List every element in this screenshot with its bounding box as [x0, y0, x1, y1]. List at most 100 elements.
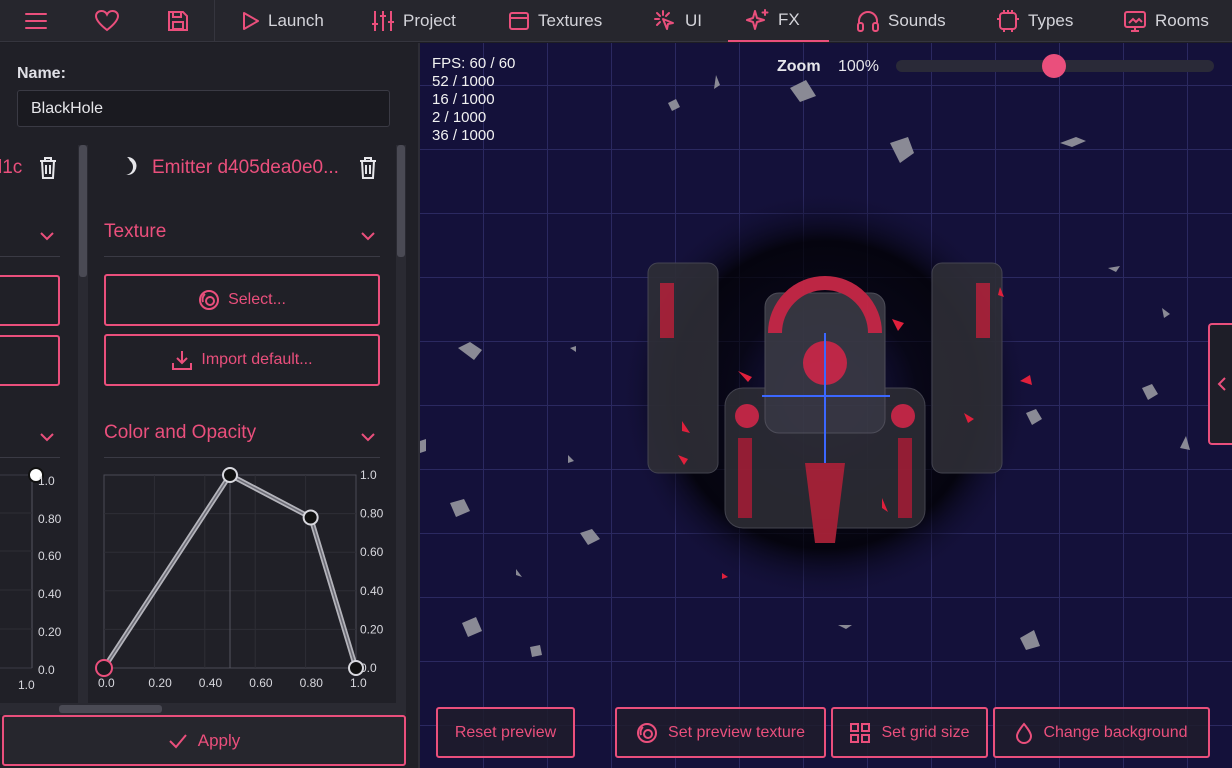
chevron-down-icon[interactable]: [39, 230, 55, 242]
cursor-click-icon: [654, 10, 674, 30]
toolbar-separator: [214, 0, 215, 42]
name-label: Name:: [17, 65, 66, 82]
particle-preview: [420, 75, 1190, 657]
divider: [104, 256, 380, 257]
reset-preview-button[interactable]: Reset preview: [436, 707, 575, 758]
headphones-icon: [857, 11, 879, 32]
button-label: Reset preview: [454, 723, 557, 741]
fx-preview-viewport[interactable]: FPS: 60 / 60 52 / 1000 16 / 1000 2 / 100…: [420, 43, 1232, 768]
tab-label: Sounds: [888, 11, 946, 30]
select-texture-button[interactable]: Select...: [104, 274, 380, 326]
tab-fx[interactable]: FX: [728, 0, 829, 42]
y-tick: 0.60: [360, 545, 384, 559]
texture-section-title[interactable]: Texture: [104, 221, 166, 243]
name-input[interactable]: BlackHole: [17, 90, 390, 127]
change-background-button[interactable]: Change background: [993, 707, 1210, 758]
tab-label: Launch: [268, 11, 324, 30]
fps-counter: FPS: 60 / 60: [432, 55, 516, 72]
divider: [0, 256, 60, 257]
tab-project[interactable]: Project: [363, 0, 464, 42]
zoom-label: Zoom: [777, 58, 821, 75]
texture-select-icon: [637, 722, 658, 743]
tab-label: UI: [685, 11, 702, 30]
curve-point[interactable]: [348, 660, 364, 676]
scrollbar-thumb[interactable]: [79, 145, 87, 277]
color-opacity-section-title[interactable]: Color and Opacity: [104, 422, 256, 444]
button-label: Select...: [228, 291, 286, 308]
scrollbar-thumb[interactable]: [397, 145, 405, 257]
x-tick: 0.0: [98, 676, 115, 690]
y-tick: 1.0: [360, 468, 377, 482]
save-icon[interactable]: [157, 0, 199, 42]
y-tick: 1.0: [38, 474, 55, 488]
tab-ui[interactable]: UI: [645, 0, 710, 42]
import-default-button[interactable]: Import default...: [104, 334, 380, 386]
curve-segment-core: [103, 474, 231, 669]
tab-launch[interactable]: Launch: [234, 0, 332, 42]
tab-sounds[interactable]: Sounds: [848, 0, 954, 42]
tab-textures[interactable]: Textures: [500, 0, 610, 42]
tab-label: Rooms: [1155, 11, 1209, 30]
horizontal-scrollbar[interactable]: [0, 703, 406, 715]
button-label: Apply: [197, 730, 241, 750]
x-tick: 0.80: [300, 676, 324, 690]
y-tick: 0.20: [360, 622, 384, 636]
column-2-scrollbar[interactable]: [396, 145, 406, 703]
curve-point[interactable]: [95, 659, 113, 677]
tab-label: FX: [778, 10, 800, 29]
button-label: Change background: [1043, 723, 1188, 741]
curve-point[interactable]: [222, 467, 238, 483]
y-tick: 0.20: [38, 625, 62, 639]
rooms-icon: [1124, 11, 1146, 32]
moon-icon: [117, 156, 137, 175]
x-tick: 1.0: [350, 676, 367, 690]
trash-icon[interactable]: [358, 156, 378, 180]
set-grid-size-button[interactable]: Set grid size: [831, 707, 988, 758]
top-navigation-bar: Launch Project Textures UI FX Sounds Typ…: [0, 0, 1232, 42]
color-opacity-graph[interactable]: 1.00.800.600.400.200.00.0 0.20 0.40 0.60 0.8…: [90, 463, 395, 705]
menu-icon[interactable]: [15, 0, 57, 42]
emitter-column-1: l1c 1.0 0.80 0.60 0.40 0.20 0.0 1.0: [0, 145, 76, 705]
fps-stats: FPS: 60 / 60 52 / 1000 16 / 1000 2 / 100…: [432, 55, 515, 145]
tab-label: Textures: [538, 11, 603, 30]
download-icon: [172, 351, 193, 370]
y-tick: 0.0: [38, 663, 55, 677]
tab-label: Project: [403, 11, 456, 30]
emitter-title: Emitter d405dea0e0...: [152, 157, 339, 178]
import-button[interactable]: [0, 335, 60, 386]
divider: [0, 457, 60, 458]
heart-icon[interactable]: [86, 0, 128, 42]
curve-segment-core: [309, 517, 357, 669]
select-button[interactable]: [0, 275, 60, 326]
emitter-title: l1c: [0, 157, 23, 178]
particle-counter: 36 / 1000: [432, 127, 495, 144]
chevron-down-icon[interactable]: [360, 431, 376, 443]
set-preview-texture-button[interactable]: Set preview texture: [615, 707, 826, 758]
chevron-left-icon: [1217, 377, 1226, 391]
column-1-scrollbar[interactable]: [78, 145, 88, 703]
particle-counter: 52 / 1000: [432, 73, 495, 90]
curve-segment-core: [229, 474, 311, 519]
y-tick: 0.40: [38, 587, 62, 601]
y-tick: 0.60: [38, 549, 62, 563]
button-label: Set preview texture: [668, 723, 805, 741]
play-icon: [243, 12, 259, 30]
zoom-slider-knob[interactable]: [1042, 54, 1066, 78]
button-label: Set grid size: [881, 723, 970, 741]
chevron-down-icon[interactable]: [39, 431, 55, 443]
tab-rooms[interactable]: Rooms: [1115, 0, 1217, 42]
apply-button[interactable]: Apply: [2, 715, 406, 766]
sliders-icon: [372, 11, 394, 31]
zoom-value: 100%: [838, 58, 879, 75]
trash-icon[interactable]: [38, 156, 58, 180]
chevron-down-icon[interactable]: [360, 230, 376, 242]
collapse-sidebar-tab[interactable]: [1208, 323, 1232, 445]
tab-label: Types: [1028, 11, 1074, 30]
scrollbar-thumb[interactable]: [59, 705, 162, 713]
x-tick: 0.60: [249, 676, 273, 690]
curve-point[interactable]: [302, 509, 319, 526]
zoom-slider[interactable]: [896, 54, 1214, 78]
x-tick: 0.20: [148, 676, 172, 690]
tab-types[interactable]: Types: [988, 0, 1081, 42]
emitter-column-2: Emitter d405dea0e0... Texture Select... …: [90, 145, 395, 705]
